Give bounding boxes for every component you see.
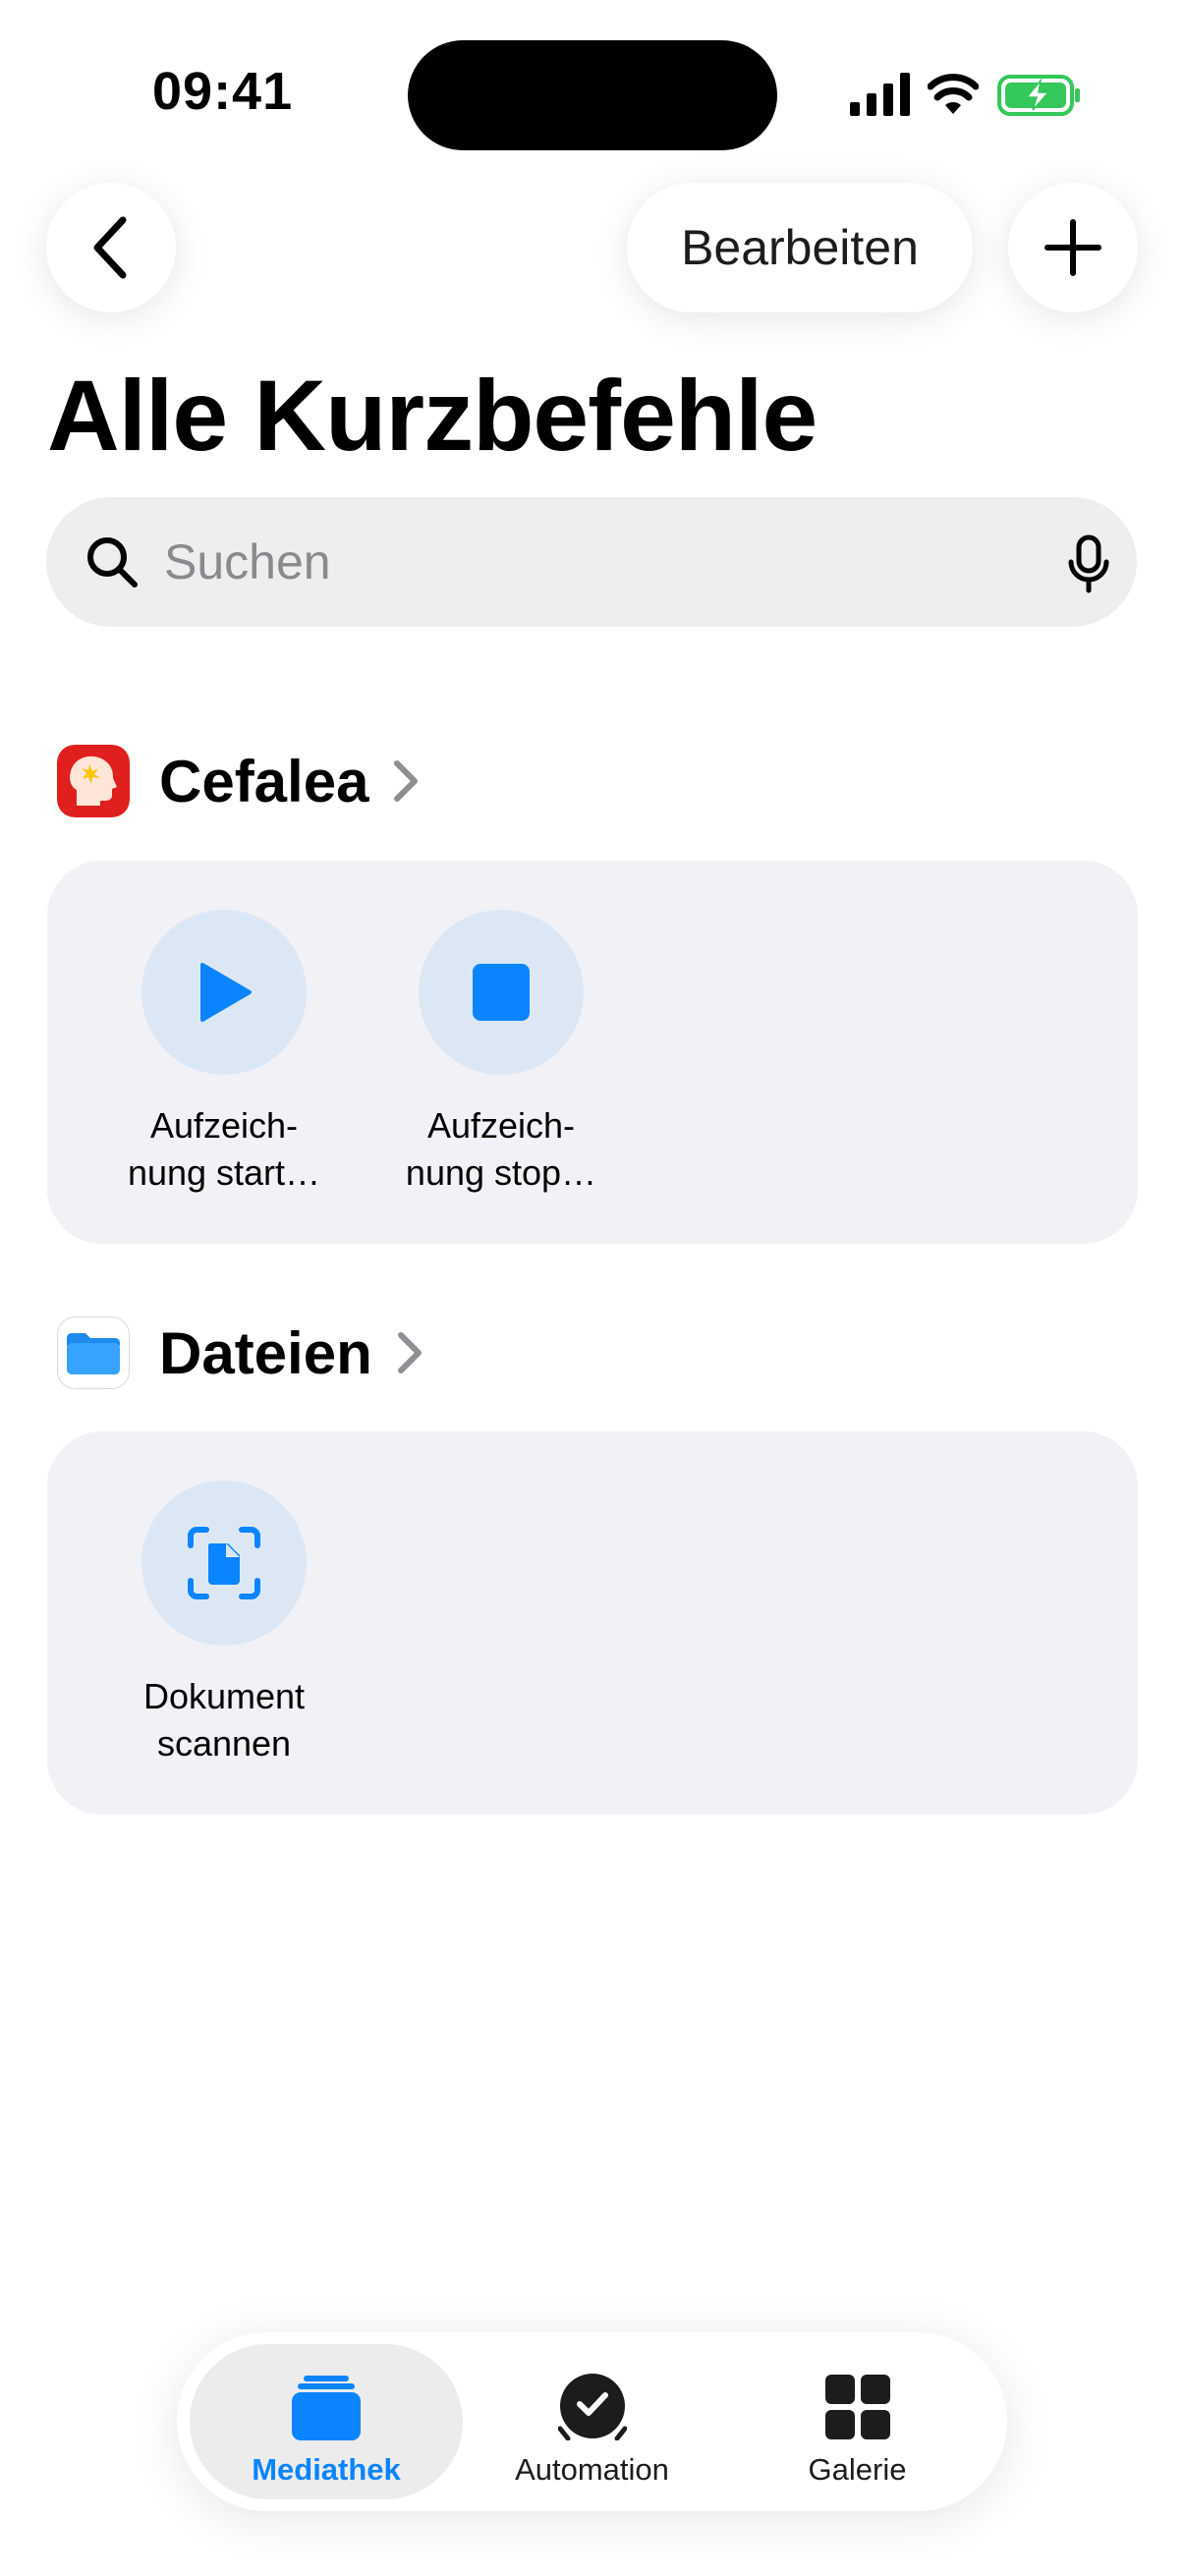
section-header-cefalea[interactable]: Cefalea <box>57 745 420 817</box>
shortcut-label: Dokument scannen <box>142 1676 306 1764</box>
tab-automation[interactable]: Automation <box>462 2344 722 2499</box>
battery-charging-icon <box>997 75 1080 116</box>
cellular-signal-icon <box>850 73 910 116</box>
chevron-right-icon <box>394 760 419 802</box>
back-button[interactable] <box>46 183 176 312</box>
shortcut-card-cefalea: Aufzeich- nung start… Aufzeich- nung sto… <box>47 861 1138 1244</box>
shortcut-scan-document[interactable]: Dokument scannen <box>116 1481 332 1767</box>
dynamic-island <box>408 40 777 150</box>
stop-icon <box>473 964 530 1021</box>
shortcut-label: Aufzeich- nung start… <box>127 1105 321 1193</box>
search-input[interactable] <box>164 525 1029 599</box>
library-stack-icon <box>292 2376 361 2440</box>
shortcut-start-recording[interactable]: Aufzeich- nung start… <box>116 910 332 1197</box>
automation-check-icon <box>557 2374 627 2440</box>
chevron-right-icon <box>397 1332 422 1373</box>
tab-label: Mediathek <box>252 2452 401 2487</box>
wifi-icon <box>928 74 979 114</box>
shortcut-icon-circle <box>141 910 307 1075</box>
status-time: 09:41 <box>152 62 294 121</box>
page-title: Alle Kurzbefehle <box>47 360 818 472</box>
tab-galerie[interactable]: Galerie <box>722 2344 992 2499</box>
document-scan-icon <box>188 1527 260 1599</box>
search-bar[interactable] <box>46 497 1137 627</box>
chevron-left-icon <box>93 216 127 279</box>
section-header-dateien[interactable]: Dateien <box>57 1316 423 1389</box>
tab-label: Galerie <box>808 2452 907 2487</box>
head-app-icon <box>57 745 130 817</box>
shortcut-icon-circle <box>419 910 584 1075</box>
tab-mediathek[interactable]: Mediathek <box>190 2344 463 2499</box>
section-title: Cefalea <box>159 748 369 814</box>
shortcuts-screen: 09:41 Bearbeiten Alle Kurzbefehle Suchen… <box>0 0 1185 2576</box>
tab-bar: Mediathek Automation Galerie <box>177 2332 1007 2511</box>
tab-label: Automation <box>515 2452 669 2487</box>
add-shortcut-button[interactable] <box>1008 183 1138 312</box>
play-icon <box>200 963 252 1022</box>
edit-button[interactable]: Bearbeiten <box>627 183 973 312</box>
shortcut-label: Aufzeich- nung stop… <box>405 1105 597 1193</box>
plus-icon <box>1044 219 1101 276</box>
shortcut-stop-recording[interactable]: Aufzeich- nung stop… <box>393 910 609 1197</box>
section-title: Dateien <box>159 1319 372 1386</box>
files-app-icon <box>57 1316 130 1389</box>
microphone-icon[interactable] <box>1066 534 1111 593</box>
shortcut-icon-circle <box>141 1481 307 1646</box>
shortcut-card-dateien: Dokument scannen <box>47 1431 1138 1815</box>
search-icon <box>87 537 138 588</box>
gallery-grid-icon <box>824 2375 890 2439</box>
